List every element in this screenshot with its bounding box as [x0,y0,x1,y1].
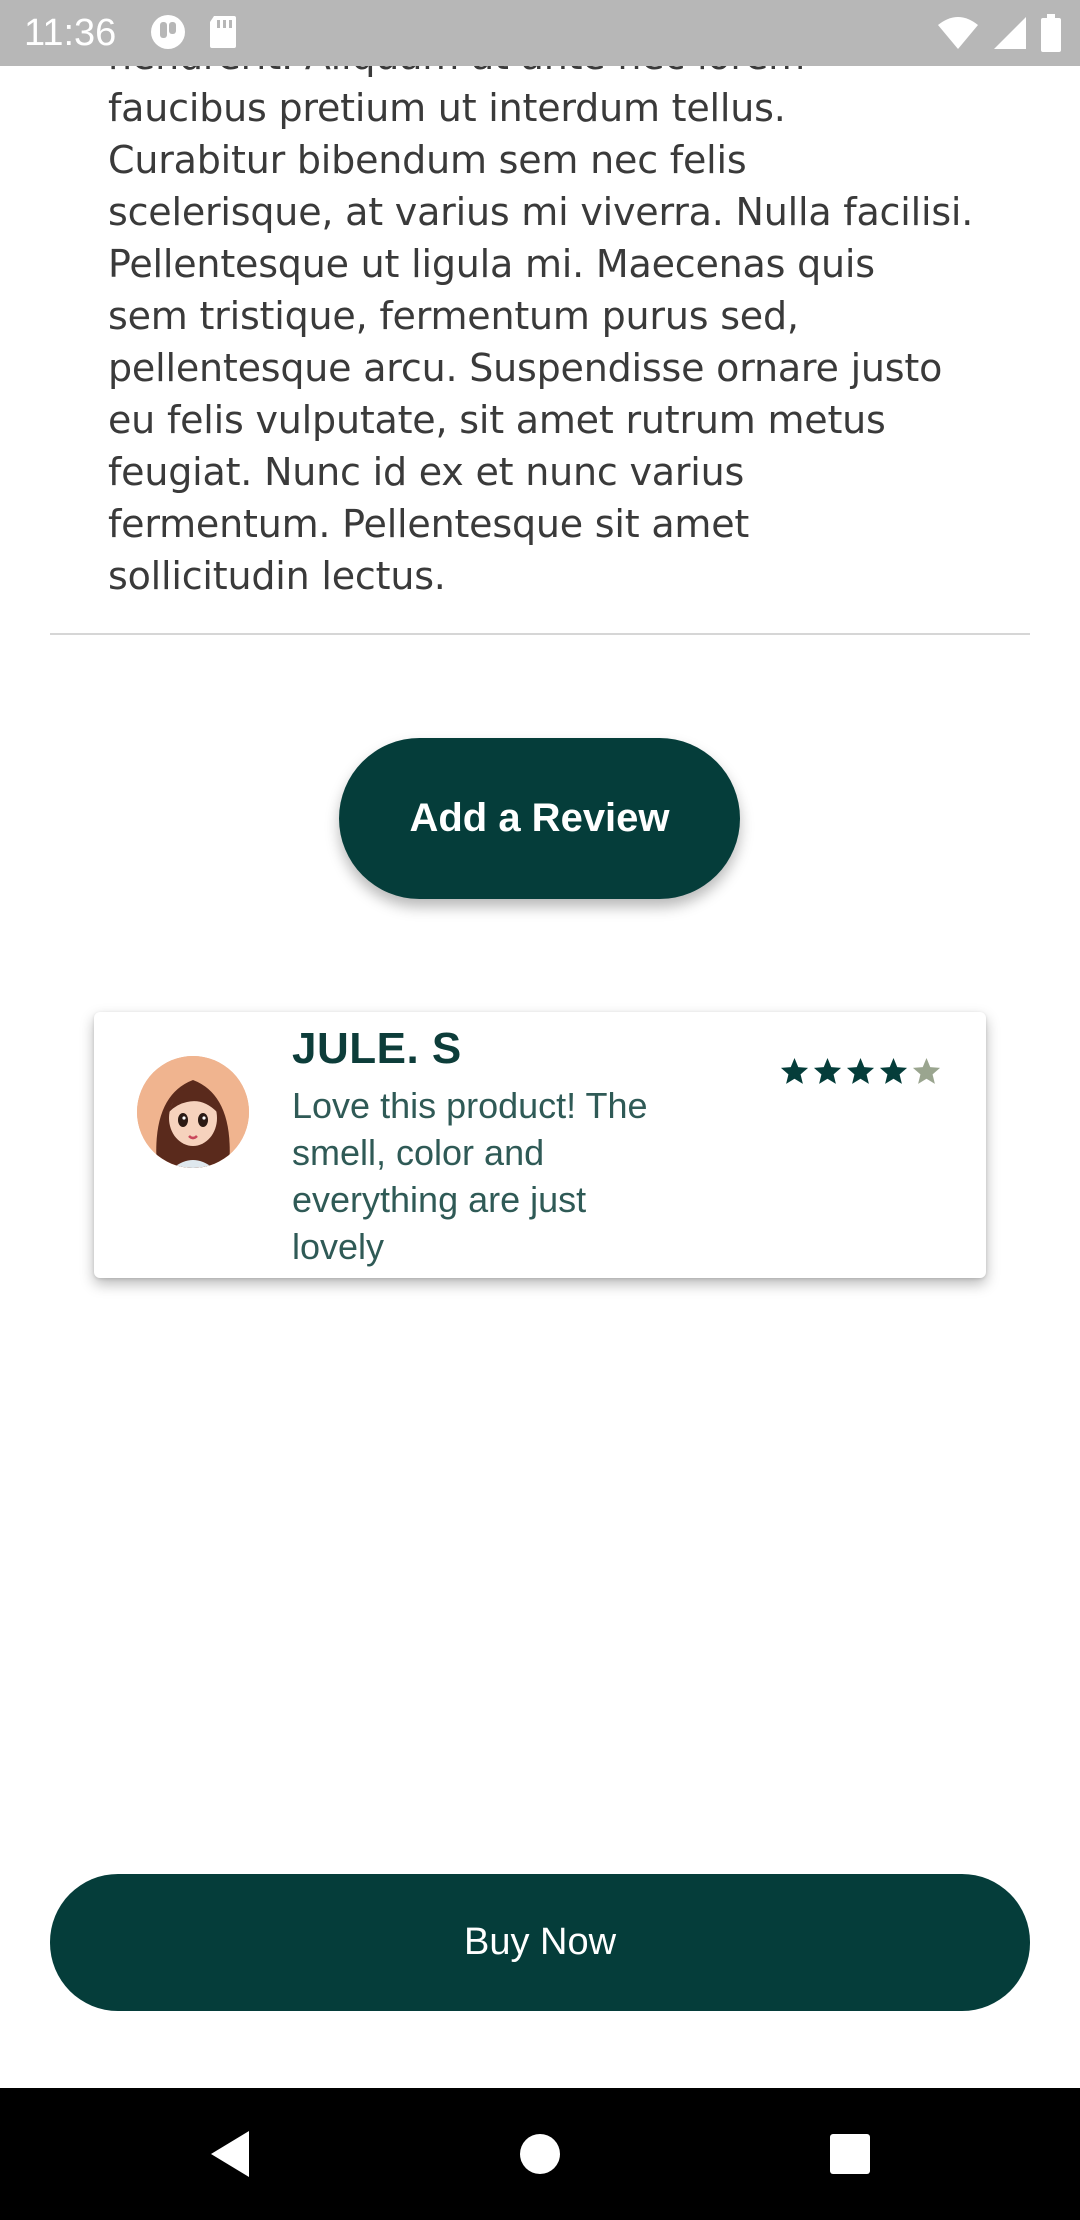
review-text: Love this product! The smell, color and … [292,1082,722,1270]
rating-stars [779,1056,942,1087]
nav-home-button[interactable] [480,2088,600,2220]
description-line: fermentum. Pellentesque sit amet [108,502,750,546]
status-bar: 11:36 [0,0,1080,66]
nav-back-button[interactable] [170,2088,290,2220]
description-line: scelerisque, at varius mi viverra. Nulla… [108,190,974,234]
description-line: faucibus pretium ut interdum tellus. [108,86,786,130]
status-left-icons [150,14,238,50]
status-time: 11:36 [24,12,117,54]
star-filled-icon [780,1057,809,1084]
description-line: feugiat. Nunc id ex et nunc varius [108,450,745,494]
product-description: hendrerit. Aliquam at ante nec lorem fau… [108,30,988,602]
nav-recents-button[interactable] [790,2088,910,2220]
star-filled-icon [846,1057,875,1084]
avatar [137,1056,249,1168]
reviewer-name: JULE. S [292,1024,462,1073]
back-icon [211,2131,249,2177]
review-text-line: smell, color and [292,1132,545,1173]
description-line: pellentesque arcu. Suspendisse ornare ju… [108,346,943,390]
star-filled-icon [813,1057,842,1084]
status-right-icons [936,14,1062,52]
navigation-bar [0,2088,1080,2220]
review-card: JULE. S Love this product! The smell, co… [94,1012,986,1278]
review-text-line: lovely [292,1226,385,1267]
star-filled-icon [879,1057,908,1084]
battery-icon [1041,14,1061,52]
review-text-line: everything are just [292,1179,587,1220]
sd-card-icon [210,16,236,48]
reviewer-avatar-image [137,1056,249,1168]
description-line: Curabitur bibendum sem nec felis [108,138,747,182]
review-text-line: Love this product! The [292,1085,648,1126]
description-line: Pellentesque ut ligula mi. Maecenas quis [108,242,875,286]
screen: 11:36 faucibus pretium ut interdum tellu… [0,0,1080,2220]
cell-signal-icon [994,17,1026,49]
notification-app-icon [151,15,185,49]
recents-icon [830,2134,870,2174]
description-line: eu felis vulputate, sit amet rutrum metu… [108,398,886,442]
star-empty-icon [912,1057,941,1084]
description-line: sollicitudin lectus. [108,554,446,598]
description-line: sem tristique, fermentum purus sed, [108,294,799,338]
add-review-button[interactable]: Add a Review [339,738,740,899]
wifi-icon [938,17,978,49]
buy-now-button[interactable]: Buy Now [50,1874,1030,2011]
home-icon [520,2134,560,2174]
section-divider [50,633,1030,635]
